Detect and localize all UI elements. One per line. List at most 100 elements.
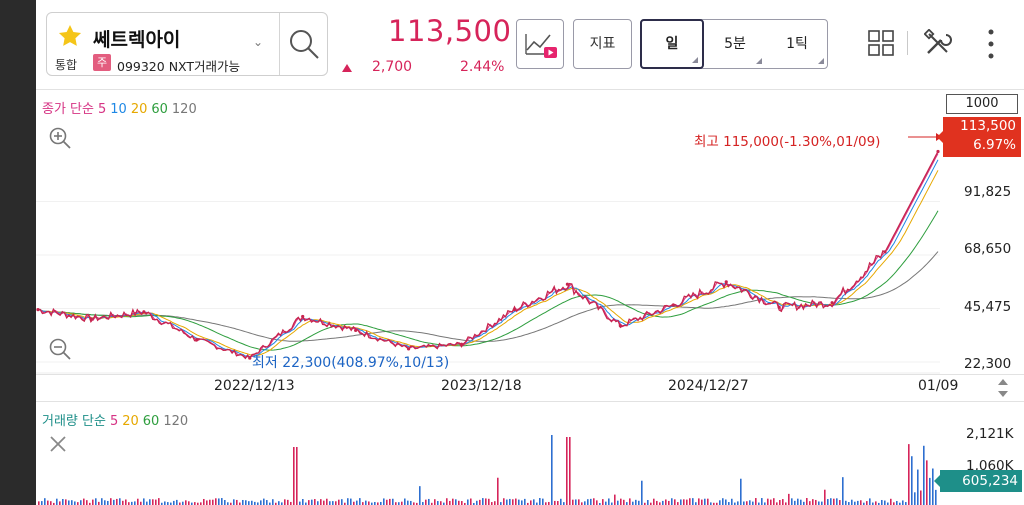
divider (279, 13, 280, 75)
period-tab-1tick[interactable]: 1틱 (766, 20, 828, 68)
volume-bar (614, 494, 616, 505)
volume-bar (512, 499, 514, 505)
volume-bar (440, 501, 442, 505)
volume-bar (101, 498, 103, 505)
legend-ma-20: 20 (130, 102, 148, 117)
volume-bar (731, 498, 733, 505)
volume-bar (707, 498, 709, 505)
volume-bar (884, 500, 886, 505)
tools-icon[interactable] (924, 29, 952, 57)
volume-bar (260, 500, 262, 505)
volume-bar (506, 499, 508, 505)
price-point (618, 324, 622, 328)
volume-bar (410, 500, 412, 505)
volume-bar (812, 499, 814, 505)
market-tag: 통합 (55, 58, 78, 72)
volume-bar (917, 469, 919, 505)
volume-bar (119, 498, 121, 505)
volume-bar (56, 498, 58, 505)
price-change-pct: 2.44% (460, 59, 505, 75)
volume-bar (392, 498, 394, 505)
volume-bar (326, 498, 328, 505)
more-menu-icon[interactable] (986, 28, 996, 60)
volume-bar (314, 499, 316, 505)
volume-bar (74, 501, 76, 505)
stock-selector[interactable]: 쎄트렉아이 ⌄ 통합 주 099320 NXT거래가능 (46, 12, 328, 76)
volume-chart[interactable] (36, 430, 940, 505)
volume-bar (866, 501, 868, 505)
volume-bar (554, 500, 556, 505)
volume-bar (566, 437, 568, 505)
price-point (830, 301, 834, 305)
corner-mark-icon (692, 57, 698, 63)
legend-ma-10: 10 (110, 102, 127, 117)
volume-bar (38, 501, 40, 505)
price-legend[interactable]: 종가 단순 5 10 20 60 120 (42, 98, 201, 117)
grid-layout-icon[interactable] (868, 30, 894, 56)
volume-bar (107, 500, 109, 505)
volume-bar (737, 501, 739, 505)
volume-bar (233, 499, 235, 505)
period-tab-5min[interactable]: 5분 (704, 20, 766, 68)
y-axis-label: 68,650 (964, 241, 1012, 257)
volume-bar (782, 499, 784, 505)
volume-bar (494, 501, 496, 505)
volume-bar (476, 500, 478, 505)
volume-bar (185, 500, 187, 505)
period-label: 일 (665, 36, 679, 52)
volume-bar (152, 499, 154, 505)
price-point (195, 338, 199, 342)
period-tab-day[interactable]: 일 (640, 19, 704, 69)
volume-divider (36, 401, 1024, 402)
volume-bar (539, 498, 541, 505)
volume-bar (164, 501, 166, 505)
current-price-tag: 113,500 6.97% (943, 117, 1021, 157)
volume-bar (368, 501, 370, 505)
volume-bar (827, 499, 829, 505)
volume-bar (671, 498, 673, 505)
volume-legend[interactable]: 거래량 단순 5 20 60 120 (42, 410, 192, 429)
volume-bar (668, 500, 670, 505)
scroll-arrows-icon[interactable] (996, 376, 1010, 400)
y-axis-label: 22,300 (964, 356, 1012, 372)
volume-bar (746, 501, 748, 505)
search-icon[interactable] (287, 27, 321, 61)
volume-bar (134, 501, 136, 505)
volume-bar (773, 498, 775, 505)
volume-bar (278, 501, 280, 505)
volume-bar (560, 498, 562, 505)
price-point (671, 303, 675, 307)
volume-bar (797, 498, 799, 505)
volume-bar (407, 500, 409, 505)
price-point (883, 250, 887, 254)
price-chart[interactable] (36, 116, 940, 374)
volume-bar (428, 498, 430, 505)
volume-bar (770, 499, 772, 505)
volume-bar (137, 498, 139, 505)
legend-ma-60: 60 (142, 414, 160, 429)
volume-bar (572, 499, 574, 505)
volume-bar (551, 435, 553, 505)
volume-bar (341, 499, 343, 505)
scale-box[interactable]: 1000 (946, 94, 1018, 114)
volume-bar (173, 500, 175, 505)
volume-bar (752, 501, 754, 505)
price-point (565, 282, 570, 286)
volume-bar (896, 500, 898, 505)
indicator-button[interactable]: 지표 (573, 19, 632, 69)
volume-bar (521, 500, 523, 505)
volume-bar (425, 499, 427, 505)
corner-mark-icon (756, 58, 762, 64)
volume-bar (116, 498, 118, 505)
volume-bar (902, 500, 904, 505)
volume-bar (458, 500, 460, 505)
volume-bar (647, 500, 649, 505)
price-tag-value: 113,500 (960, 118, 1016, 134)
price-point (406, 347, 411, 351)
favorite-star-icon[interactable] (57, 23, 83, 49)
chevron-down-icon[interactable]: ⌄ (253, 35, 263, 49)
volume-bar (767, 498, 769, 505)
volume-bar (434, 499, 436, 505)
volume-bar (350, 498, 352, 505)
chart-video-button[interactable] (516, 19, 564, 69)
